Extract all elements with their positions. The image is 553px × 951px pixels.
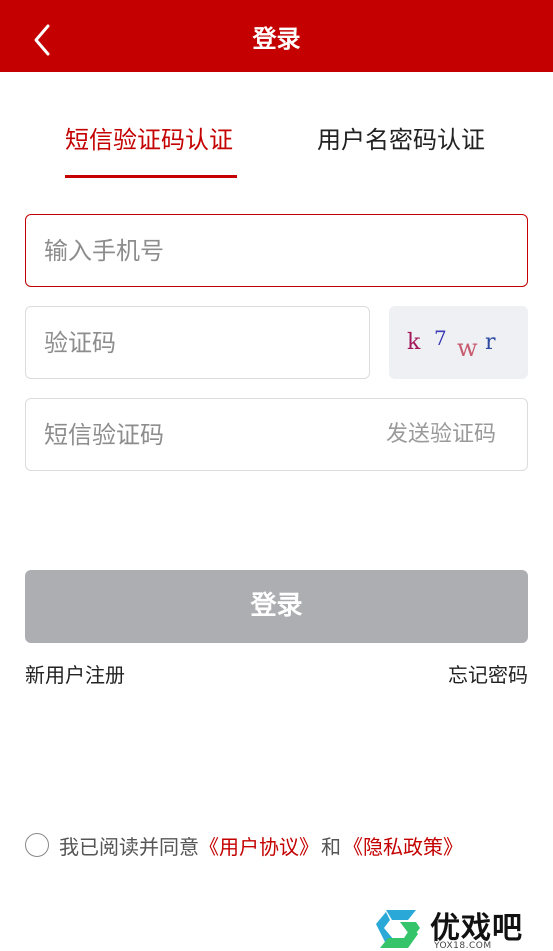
watermark-domain: YOX18.COM [434, 941, 492, 951]
captcha-char: w [457, 334, 478, 362]
register-link[interactable]: 新用户注册 [25, 661, 125, 689]
sms-code-field: 发送验证码 [25, 398, 528, 471]
captcha-char: r [485, 330, 496, 355]
privacy-policy-link[interactable]: 《隐私政策》 [343, 831, 463, 860]
captcha-char: 7 [434, 326, 447, 350]
page-title: 登录 [252, 25, 301, 53]
sms-code-input[interactable] [26, 399, 356, 470]
watermark: 优戏吧 YOX18.COM [372, 902, 552, 951]
login-button[interactable]: 登录 [25, 570, 528, 643]
phone-field [25, 214, 528, 287]
captcha-field [25, 306, 370, 379]
user-agreement-link[interactable]: 《用户协议》 [199, 831, 319, 860]
agreement-row: 我已阅读并同意 《用户协议》 和 《隐私政策》 [25, 830, 463, 860]
agreement-prefix: 我已阅读并同意 [59, 834, 199, 859]
forgot-password-link[interactable]: 忘记密码 [448, 661, 528, 689]
phone-input[interactable] [26, 215, 527, 286]
tab-sms-verification-label: 短信验证码认证 [65, 126, 233, 154]
captcha-image[interactable]: k 7 w r [389, 306, 528, 379]
send-code-button[interactable]: 发送验证码 [386, 419, 496, 451]
top-app-bar: 登录 [0, 0, 553, 72]
tab-username-password[interactable]: 用户名密码认证 [317, 120, 485, 180]
tab-username-password-label: 用户名密码认证 [317, 126, 485, 154]
agreement-checkbox[interactable] [25, 833, 49, 857]
captcha-char: k [407, 330, 421, 355]
agreement-and: 和 [321, 834, 341, 859]
active-tab-indicator [65, 175, 237, 178]
watermark-logo-icon [376, 910, 420, 948]
tab-sms-verification[interactable]: 短信验证码认证 [65, 120, 237, 180]
captcha-input[interactable] [26, 307, 369, 378]
